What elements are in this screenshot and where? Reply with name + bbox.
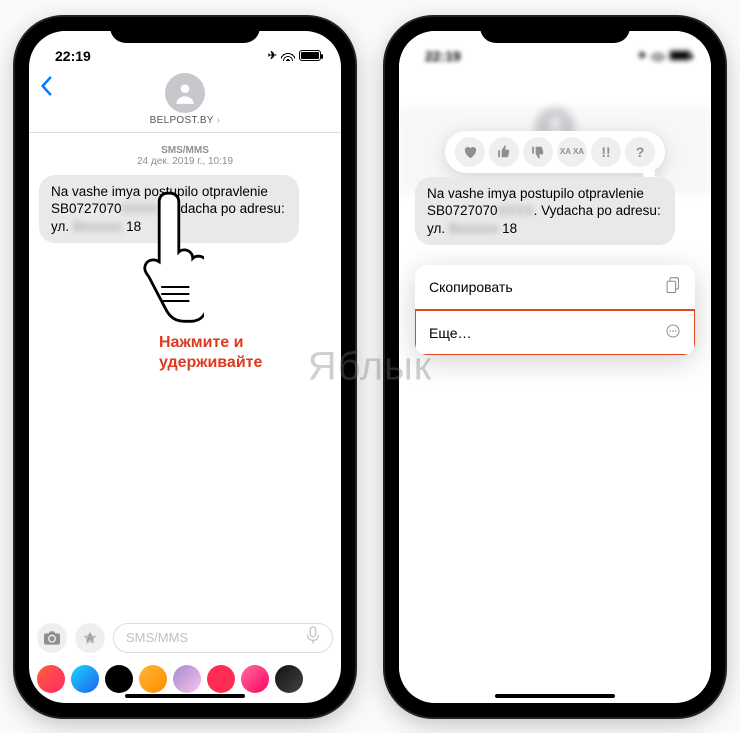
- status-right: [268, 49, 321, 62]
- message-bubble[interactable]: Na vashe imya postupilo otpravlenie SB07…: [39, 175, 299, 244]
- app-other1[interactable]: [241, 665, 269, 693]
- thread-date: 24 дек. 2019 г., 10:19: [39, 156, 331, 167]
- battery-icon: [669, 50, 691, 61]
- tapback-haha[interactable]: XA XA: [557, 137, 587, 167]
- app-other2[interactable]: [275, 665, 303, 693]
- conversation-header: BELPOST.BY ›: [29, 71, 341, 133]
- notch: [480, 17, 630, 43]
- app-memoji[interactable]: [139, 665, 167, 693]
- focused-message: Na vashe imya postupilo otpravlenie SB07…: [415, 177, 675, 246]
- screen-right: 22:19 XA XA !! ? Na vas: [399, 31, 711, 703]
- home-indicator[interactable]: [495, 694, 615, 698]
- app-photos[interactable]: [37, 665, 65, 693]
- status-time: 22:19: [425, 48, 461, 64]
- menu-more[interactable]: Еще…: [415, 310, 695, 355]
- tapback-exclaim[interactable]: !!: [591, 137, 621, 167]
- tapback-heart[interactable]: [455, 137, 485, 167]
- status-right: [638, 49, 691, 62]
- copy-icon: [666, 277, 681, 298]
- message-input-row: A SMS/MMS: [29, 617, 341, 661]
- menu-copy[interactable]: Скопировать: [415, 265, 695, 310]
- app-music[interactable]: [207, 665, 235, 693]
- thread-type-label: SMS/MMS: [39, 145, 331, 156]
- phone-right: 22:19 XA XA !! ? Na vas: [385, 17, 725, 717]
- voice-message-icon[interactable]: [306, 626, 320, 649]
- app-activity[interactable]: [105, 665, 133, 693]
- message-bubble[interactable]: Na vashe imya postupilo otpravlenie SB07…: [415, 177, 675, 246]
- appstore-icon: A: [82, 630, 98, 646]
- camera-icon: [44, 631, 60, 645]
- instruction-text: Нажмите и удерживайте: [159, 333, 262, 373]
- tapback-question[interactable]: ?: [625, 137, 655, 167]
- message-thread[interactable]: SMS/MMS 24 дек. 2019 г., 10:19 Na vashe …: [29, 133, 341, 617]
- status-time: 22:19: [55, 48, 91, 64]
- wifi-icon: [651, 51, 665, 61]
- camera-button[interactable]: [37, 623, 67, 653]
- app-store-button[interactable]: A: [75, 623, 105, 653]
- more-icon: [665, 323, 681, 343]
- chevron-right-icon: ›: [217, 115, 221, 126]
- battery-icon: [299, 50, 321, 61]
- contact-name[interactable]: BELPOST.BY ›: [29, 115, 341, 126]
- phone-left: 22:19 BELPOST.BY › SMS/MMS 24 дек. 2019 …: [15, 17, 355, 717]
- airplane-mode-icon: [268, 49, 277, 62]
- input-placeholder: SMS/MMS: [126, 630, 188, 645]
- notch: [110, 17, 260, 43]
- airplane-mode-icon: [638, 49, 647, 62]
- screen-left: 22:19 BELPOST.BY › SMS/MMS 24 дек. 2019 …: [29, 31, 341, 703]
- chevron-left-icon: [39, 76, 53, 96]
- app-sticker[interactable]: [173, 665, 201, 693]
- tapback-thumbs-down[interactable]: [523, 137, 553, 167]
- wifi-icon: [281, 51, 295, 61]
- back-button[interactable]: [39, 75, 53, 103]
- home-indicator[interactable]: [125, 694, 245, 698]
- svg-text:A: A: [86, 632, 94, 644]
- tapback-thumbs-up[interactable]: [489, 137, 519, 167]
- person-icon: [172, 80, 198, 106]
- app-appstore[interactable]: [71, 665, 99, 693]
- message-input[interactable]: SMS/MMS: [113, 623, 333, 653]
- contact-avatar[interactable]: [165, 73, 205, 113]
- context-menu: Скопировать Еще…: [415, 265, 695, 355]
- tapback-reactions: XA XA !! ?: [445, 131, 665, 173]
